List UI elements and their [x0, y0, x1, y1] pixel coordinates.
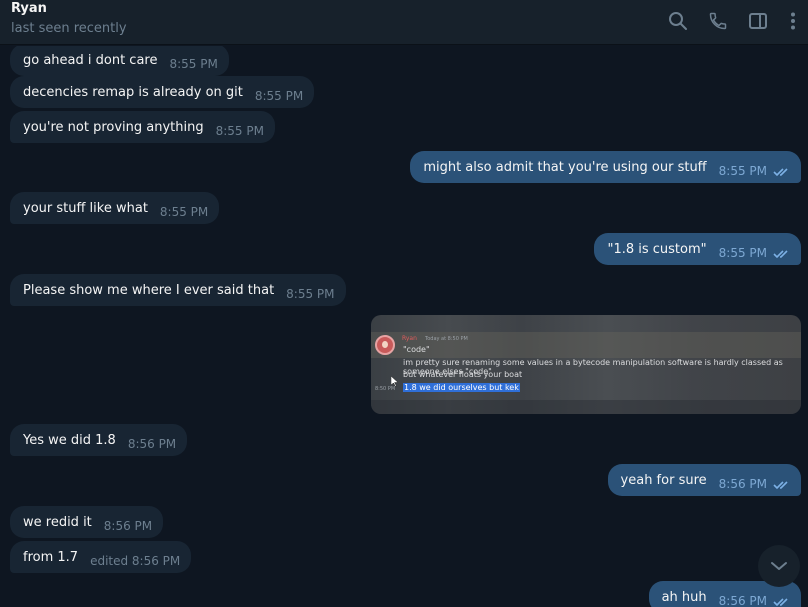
contact-status: last seen recently: [11, 21, 127, 36]
message-time: 8:55 PM: [159, 205, 209, 219]
read-check-icon: [773, 592, 791, 607]
scroll-to-bottom-button[interactable]: [758, 545, 800, 587]
message-text: you're not proving anything: [23, 119, 204, 135]
outgoing-message[interactable]: might also admit that you're using our s…: [410, 151, 801, 183]
message-time: 8:55 PM: [215, 124, 264, 138]
avatar: [375, 335, 395, 355]
more-vertical-icon[interactable]: [781, 9, 805, 33]
image-line: but whatever floats your boat: [403, 370, 523, 379]
image-line-selected: 1.8 we did ourselves but kek: [403, 383, 520, 392]
message-time: edited 8:56 PM: [90, 554, 181, 568]
incoming-message[interactable]: we redid it 8:56 PM: [10, 506, 164, 538]
image-line: "code": [403, 345, 430, 354]
outgoing-message[interactable]: yeah for sure 8:56 PM: [607, 464, 801, 496]
message-time: 8:56 PM: [718, 594, 767, 607]
image-date: Today at 8:50 PM: [425, 336, 468, 342]
message-text: ah huh: [661, 589, 707, 605]
message-time: 8:55 PM: [718, 246, 767, 260]
message-time: 8:56 PM: [127, 437, 177, 451]
incoming-message[interactable]: go ahead i dont care 8:55 PM: [10, 46, 229, 76]
incoming-message[interactable]: Please show me where I ever said that 8:…: [10, 274, 346, 306]
image-author: Ryan: [402, 335, 417, 342]
outgoing-message[interactable]: "1.8 is custom" 8:55 PM: [594, 233, 801, 265]
contact-name[interactable]: Ryan: [11, 1, 47, 16]
phone-icon[interactable]: [706, 9, 730, 33]
message-time: 8:56 PM: [718, 477, 767, 491]
message-text: Yes we did 1.8: [23, 432, 116, 448]
read-check-icon: [773, 162, 791, 181]
sidebar-panel-icon[interactable]: [746, 9, 770, 33]
message-text: Please show me where I ever said that: [23, 282, 275, 298]
message-text: from 1.7: [23, 549, 79, 565]
message-time: 8:56 PM: [103, 519, 153, 533]
message-text: might also admit that you're using our s…: [423, 159, 707, 175]
message-text: we redid it: [23, 514, 92, 530]
read-check-icon: [773, 244, 791, 263]
message-time: 8:55 PM: [718, 164, 767, 178]
message-text: go ahead i dont care: [23, 52, 158, 68]
message-time: 8:55 PM: [169, 57, 218, 71]
chevron-down-icon: [771, 562, 787, 570]
incoming-message[interactable]: you're not proving anything 8:55 PM: [10, 111, 275, 143]
message-list[interactable]: go ahead i dont care 8:55 PM decencies r…: [0, 46, 808, 607]
incoming-message[interactable]: your stuff like what 8:55 PM: [10, 192, 220, 224]
chat-header: Ryan last seen recently: [0, 0, 808, 45]
image-message[interactable]: Ryan Today at 8:50 PM "code" im pretty s…: [371, 315, 801, 414]
search-icon[interactable]: [666, 9, 690, 33]
cursor-icon: [391, 376, 399, 387]
incoming-message[interactable]: Yes we did 1.8 8:56 PM: [10, 424, 188, 456]
image-footer: [371, 400, 801, 414]
message-text: decencies remap is already on git: [23, 84, 243, 100]
message-time: 8:55 PM: [286, 287, 335, 301]
incoming-message[interactable]: from 1.7 edited 8:56 PM: [10, 541, 192, 573]
message-text: "1.8 is custom": [607, 241, 707, 257]
incoming-message[interactable]: decencies remap is already on git 8:55 P…: [10, 76, 315, 108]
message-text: yeah for sure: [620, 472, 707, 488]
message-text: your stuff like what: [23, 200, 148, 216]
read-check-icon: [773, 475, 791, 494]
message-time: 8:55 PM: [254, 89, 304, 103]
